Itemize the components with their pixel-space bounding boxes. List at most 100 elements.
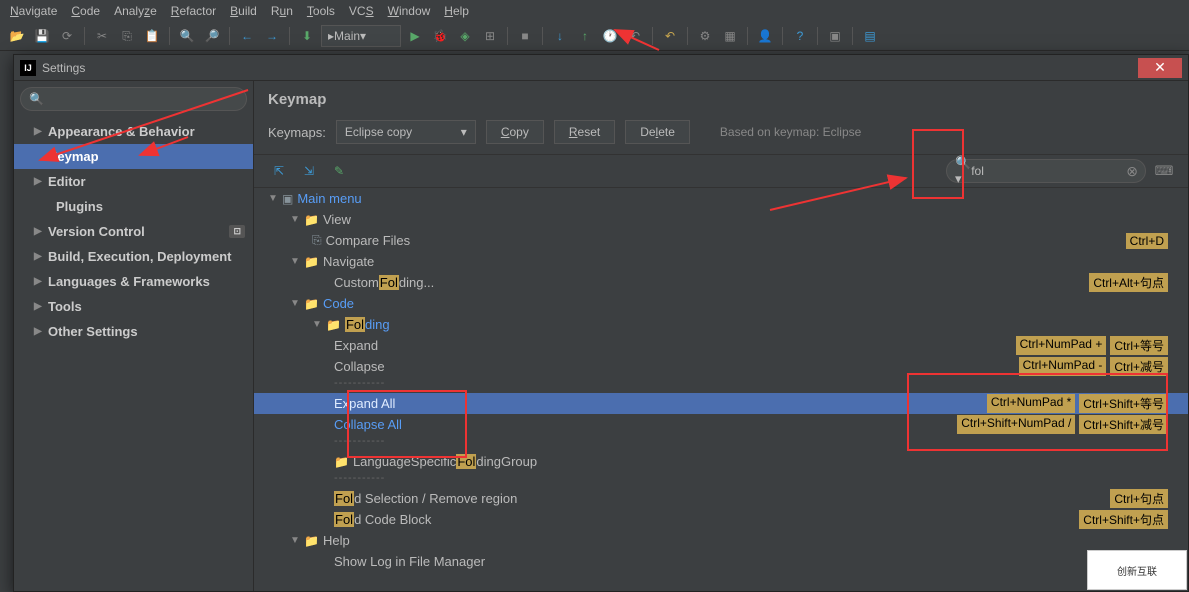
based-on-label: Based on keymap: Eclipse [720,125,861,139]
divider: ----------- [254,472,1188,488]
menu-help[interactable]: Help [444,4,469,18]
folder-icon: 📁 [304,534,319,548]
project-badge-icon: ⊡ [229,225,245,238]
project-structure-icon[interactable]: ▦ [719,25,741,47]
clear-icon[interactable]: ⊗ [1126,163,1138,180]
menu-code[interactable]: Code [71,4,100,18]
close-icon[interactable]: ✕ [1138,58,1182,78]
collapse-all-icon[interactable]: ⇲ [298,160,320,182]
open-file-icon[interactable]: 📂 [6,25,28,47]
tree-folding[interactable]: ▼📁Folding [254,314,1188,335]
run-config-selector[interactable]: ▸ Main ▾ [321,25,401,47]
debug-icon[interactable]: 🐞 [429,25,451,47]
menu-run[interactable]: Run [271,4,293,18]
action-search-input[interactable] [971,164,1126,178]
copy-icon[interactable]: ⎘ [116,25,138,47]
keymap-tree: ▼▣Main menu ▼📁View ⎘Compare FilesCtrl+D … [254,188,1188,591]
nav-keymap[interactable]: Keymap [14,144,253,169]
tree-compare-files[interactable]: ⎘Compare FilesCtrl+D [254,230,1188,251]
save-icon[interactable]: 💾 [31,25,53,47]
paste-icon[interactable]: 📋 [141,25,163,47]
stop-icon[interactable]: ■ [514,25,536,47]
folder-icon: 📁 [304,213,319,227]
refresh-icon[interactable]: ⟳ [56,25,78,47]
menu-tools[interactable]: Tools [307,4,335,18]
find-icon[interactable]: 🔍 [176,25,198,47]
tree-collapse[interactable]: CollapseCtrl+NumPad -Ctrl+减号 [254,356,1188,377]
menu-vcs[interactable]: VCS [349,4,374,18]
expand-all-icon[interactable]: ⇱ [268,160,290,182]
nav-languages[interactable]: ▶Languages & Frameworks [14,269,253,294]
menu-build[interactable]: Build [230,4,257,18]
menu-window[interactable]: Window [388,4,431,18]
menu-bar: Navigate Code Analyze Refactor Build Run… [0,0,1189,22]
build-icon[interactable]: ⬇ [296,25,318,47]
tree-show-log[interactable]: Show Log in File Manager [254,551,1188,572]
vcs-history-icon[interactable]: 🕐 [599,25,621,47]
back-icon[interactable]: ← [236,25,258,47]
nav-editor[interactable]: ▶Editor [14,169,253,194]
compare-icon: ⎘ [312,233,322,248]
nav-other[interactable]: ▶Other Settings [14,319,253,344]
ant-icon[interactable]: ▣ [824,25,846,47]
tree-fold-block[interactable]: Fold Code BlockCtrl+Shift+句点 [254,509,1188,530]
tree-expand[interactable]: ExpandCtrl+NumPad +Ctrl+等号 [254,335,1188,356]
keymaps-label: Keymaps: [268,125,326,140]
tree-code[interactable]: ▼📁Code [254,293,1188,314]
run-icon[interactable]: ▶ [404,25,426,47]
profile-icon[interactable]: ⊞ [479,25,501,47]
nav-appearance[interactable]: ▶Appearance & Behavior [14,119,253,144]
menu-navigate[interactable]: Navigate [10,4,57,18]
undo-icon[interactable]: ↶ [659,25,681,47]
settings-content: Keymap Keymaps: Eclipse copy▾ Copy Reset… [254,81,1188,591]
coverage-icon[interactable]: ◈ [454,25,476,47]
forward-icon[interactable]: → [261,25,283,47]
tree-fold-selection[interactable]: Fold Selection / Remove regionCtrl+句点 [254,488,1188,509]
delete-button[interactable]: Delete [625,120,690,144]
tree-navigate[interactable]: ▼📁Navigate [254,251,1188,272]
tree-view[interactable]: ▼📁View [254,209,1188,230]
divider: ----------- [254,377,1188,393]
replace-icon[interactable]: 🔎 [201,25,223,47]
tree-main-menu[interactable]: ▼▣Main menu [254,188,1188,209]
menu-refactor[interactable]: Refactor [171,4,216,18]
keymap-selector[interactable]: Eclipse copy▾ [336,120,476,144]
help-icon[interactable]: ? [789,25,811,47]
folder-icon: 📁 [304,297,319,311]
edit-icon[interactable]: ✎ [328,160,350,182]
menu-analyze[interactable]: Analyze [114,4,157,18]
copy-button[interactable]: Copy [486,120,544,144]
find-by-shortcut-icon[interactable]: ⌨ [1154,161,1174,181]
nav-build[interactable]: ▶Build, Execution, Deployment [14,244,253,269]
vcs-commit-icon[interactable]: ↑ [574,25,596,47]
watermark: 创新互联 [1087,550,1187,590]
tree-collapse-all[interactable]: Collapse AllCtrl+Shift+NumPad /Ctrl+Shif… [254,414,1188,435]
sdk-icon[interactable]: 👤 [754,25,776,47]
vcs-revert-icon[interactable]: ↶ [624,25,646,47]
reset-button[interactable]: Reset [554,120,615,144]
folder-icon: 📁 [334,455,349,469]
folder-icon: ▣ [282,192,293,206]
vcs-update-icon[interactable]: ↓ [549,25,571,47]
nav-tools[interactable]: ▶Tools [14,294,253,319]
cut-icon[interactable]: ✂ [91,25,113,47]
maven-icon[interactable]: ▤ [859,25,881,47]
content-title: Keymap [254,81,1188,114]
settings-search[interactable]: 🔍 [20,87,247,111]
nav-plugins[interactable]: Plugins [14,194,253,219]
settings-icon[interactable]: ⚙ [694,25,716,47]
settings-nav: ▶Appearance & Behavior Keymap ▶Editor Pl… [14,117,253,591]
app-icon: IJ [20,60,36,76]
dialog-titlebar: IJ Settings ✕ [14,55,1188,81]
search-icon: 🔍▾ [955,155,971,187]
folder-icon: 📁 [326,318,341,332]
action-search-box[interactable]: 🔍▾ ⊗ [946,159,1146,183]
tree-custom-folding[interactable]: Custom Folding...Ctrl+Alt+句点 [254,272,1188,293]
tree-help[interactable]: ▼📁Help [254,530,1188,551]
tree-expand-all[interactable]: Expand AllCtrl+NumPad *Ctrl+Shift+等号 [254,393,1188,414]
tree-lang-group[interactable]: 📁LanguageSpecificFoldingGroup [254,451,1188,472]
nav-vcs[interactable]: ▶Version Control⊡ [14,219,253,244]
main-toolbar: 📂 💾 ⟳ ✂ ⎘ 📋 🔍 🔎 ← → ⬇ ▸ Main ▾ ▶ 🐞 ◈ ⊞ ■… [0,22,1189,51]
folder-icon: 📁 [304,255,319,269]
dialog-title: Settings [42,61,85,75]
